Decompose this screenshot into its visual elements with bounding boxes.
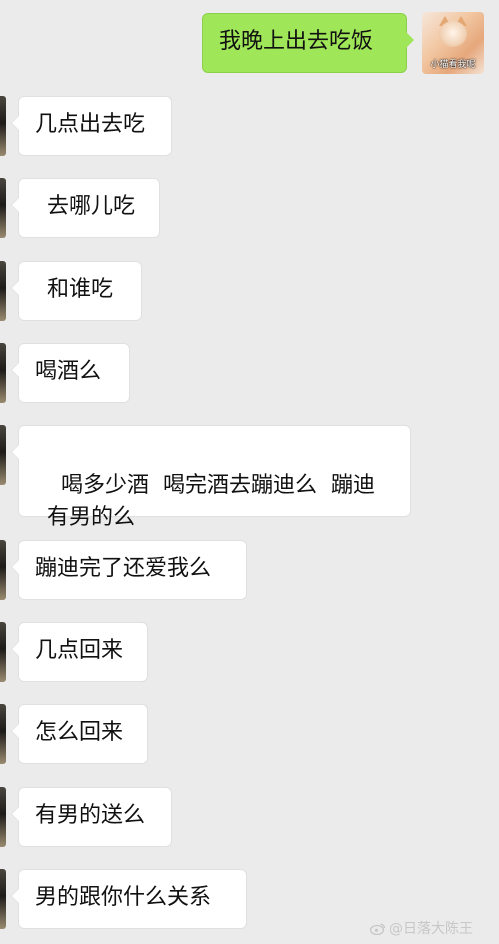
message-bubble[interactable]: 和谁吃 [11, 261, 142, 321]
partner-avatar[interactable] [0, 178, 6, 238]
partner-avatar[interactable] [0, 622, 6, 682]
message-bubble[interactable]: 几点回来 [11, 622, 148, 682]
avatar-caption: 小猫看我呢 [430, 60, 476, 70]
message-bubble[interactable]: 有男的送么 [11, 787, 172, 847]
message-text: 和谁吃 [47, 277, 114, 302]
partner-avatar[interactable] [0, 343, 6, 403]
cat-face-icon [439, 21, 467, 47]
message-bubble[interactable]: 蹦迪完了还爱我么 [11, 540, 247, 600]
weibo-icon [369, 922, 386, 935]
message-text: 几点出去吃 [35, 112, 146, 137]
message-text: 有男的送么 [35, 803, 146, 828]
message-bubble[interactable]: 几点出去吃 [11, 96, 172, 156]
partner-avatar[interactable] [0, 787, 6, 847]
message-text: 男的跟你什么关系 [35, 885, 212, 910]
message-text: 喝酒么 [35, 359, 102, 384]
partner-avatar[interactable] [0, 261, 6, 321]
watermark: @日落大陈王 [369, 918, 473, 938]
message-bubble[interactable]: 男的跟你什么关系 [11, 869, 247, 929]
message-text: 怎么回来 [35, 720, 124, 745]
message-text: 去哪儿吃 [47, 194, 136, 219]
message-bubble[interactable]: 喝酒么 [11, 343, 130, 403]
self-message-text: 我晚上出去吃饭 [219, 29, 374, 54]
message-bubble[interactable]: 怎么回来 [11, 704, 148, 764]
message-text: 喝多少酒 喝完酒去蹦迪么 蹦迪有男的么 [47, 473, 375, 530]
self-message-bubble[interactable]: 我晚上出去吃饭 [202, 13, 414, 73]
message-text: 几点回来 [35, 638, 124, 663]
partner-avatar[interactable] [0, 96, 6, 156]
message-bubble[interactable]: 喝多少酒 喝完酒去蹦迪么 蹦迪有男的么 [11, 425, 411, 530]
partner-avatar[interactable] [0, 704, 6, 764]
partner-avatar[interactable] [0, 425, 6, 485]
watermark-text: @日落大陈王 [389, 921, 473, 937]
message-bubble[interactable]: 去哪儿吃 [11, 178, 160, 238]
message-text: 蹦迪完了还爱我么 [35, 556, 212, 581]
self-avatar[interactable]: 小猫看我呢 [422, 12, 484, 74]
partner-avatar[interactable] [0, 869, 6, 929]
partner-avatar[interactable] [0, 540, 6, 600]
